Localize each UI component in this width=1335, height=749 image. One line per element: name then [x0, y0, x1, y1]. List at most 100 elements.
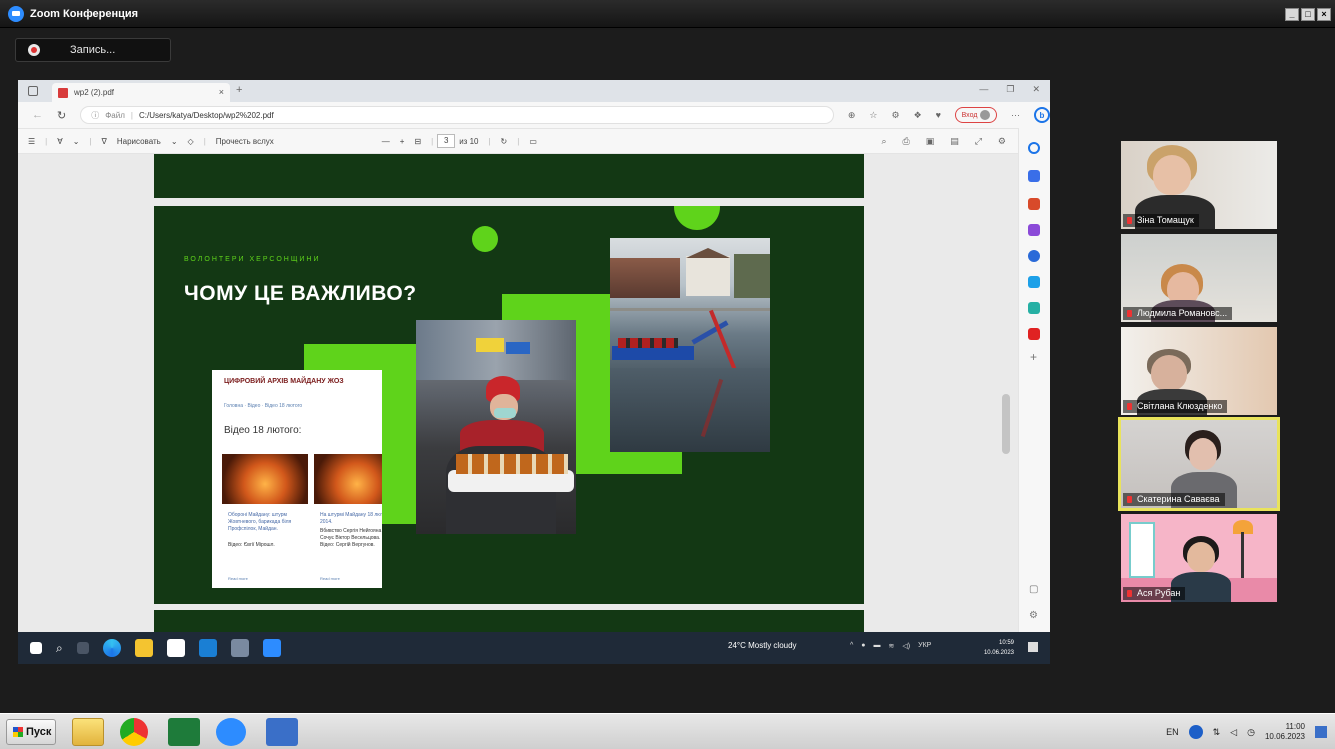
profile-button[interactable]: Вход [955, 107, 997, 123]
page-number-input[interactable]: 3 [437, 134, 456, 148]
page-view-icon[interactable]: ▭ [529, 137, 537, 146]
notifications-icon [1028, 642, 1038, 652]
browser-address-bar: ← ↻ ⓘ Файл | C:/Users/katya/Desktop/wp2%… [18, 102, 1050, 128]
weather-widget: 24°C Mostly cloudy [728, 641, 797, 650]
file-explorer-icon [134, 639, 153, 657]
read-aloud-button[interactable]: Прочесть вслух [216, 137, 274, 146]
start-button[interactable]: Пуск [6, 719, 56, 745]
briefcase-icon[interactable] [1028, 198, 1040, 210]
participant-name: Світлана Клюзденко [1123, 400, 1228, 413]
start-label: Пуск [26, 726, 52, 738]
zoom-in-icon[interactable]: + [400, 137, 405, 146]
profile-label: Вход [961, 111, 978, 119]
clock[interactable]: 11:00 10.06.2023 [1265, 722, 1305, 742]
folder-icon[interactable] [72, 718, 104, 746]
zoom-out-icon[interactable]: — [382, 137, 390, 146]
participant-name: Зіна Томащук [1123, 214, 1199, 227]
search-icon[interactable]: ⌕ [881, 136, 886, 147]
minimize-button[interactable]: _ [1285, 8, 1299, 21]
zoom-in-icon[interactable]: ⊕ [848, 110, 856, 121]
search-icon[interactable] [1028, 142, 1040, 154]
participant-name: Скатерина Саваєва [1123, 493, 1225, 506]
photo-tea-vendor [416, 320, 576, 534]
browser-restore-icon[interactable]: ❐ [1006, 84, 1014, 95]
browser-minimize-icon[interactable]: — [979, 84, 988, 95]
clock-time: 11:00 [1285, 722, 1305, 731]
clock-time: 10:59 [998, 640, 1014, 646]
close-button[interactable]: × [1317, 8, 1331, 21]
eraser-icon[interactable]: ◇ [188, 137, 194, 146]
excel-icon[interactable] [168, 718, 200, 746]
show-desktop-icon[interactable] [1315, 726, 1327, 738]
browser-close-icon[interactable]: ✕ [1032, 84, 1040, 95]
sidebar-layout-icon[interactable]: ▢ [1029, 584, 1038, 595]
participant-tile[interactable]: Зіна Томащук [1121, 141, 1277, 229]
address-bar-icons: ⊕ ☆ ⚙ ❖ ♥ Вход ··· b [848, 107, 1050, 123]
office-icon[interactable] [1028, 250, 1040, 262]
input-language[interactable]: EN [1166, 727, 1179, 737]
new-tab-button[interactable]: + [236, 84, 242, 96]
read-more-link: Read more [228, 576, 248, 581]
shared-windows-taskbar: ⌕ 24°C Mostly cloudy ^ ● ▬ ≋ ◁) УКР 10:5… [18, 632, 1050, 664]
green-circle-decor [472, 226, 498, 252]
participant-tile[interactable]: Світлана Клюзденко [1121, 327, 1277, 415]
settings-gear-icon[interactable]: ⚙ [998, 136, 1006, 147]
word-icon[interactable] [266, 718, 298, 746]
add-icon[interactable]: + [1030, 350, 1037, 364]
tab-close-icon[interactable]: × [219, 87, 224, 97]
page-total: из 10 [459, 136, 479, 146]
windows-start-icon [30, 642, 42, 654]
browser-essentials-icon[interactable]: ♥ [936, 110, 941, 120]
url-input[interactable]: ⓘ Файл | C:/Users/katya/Desktop/wp2%202.… [80, 106, 834, 124]
outlook-icon[interactable] [1028, 276, 1040, 288]
print-icon[interactable]: ⎙ [902, 136, 909, 147]
save-as-icon[interactable]: ▤ [950, 136, 959, 147]
photo-boat-water [610, 238, 770, 452]
people-icon[interactable] [1028, 224, 1040, 236]
fit-page-icon[interactable]: ⊟ [414, 137, 421, 146]
favorite-star-icon[interactable]: ☆ [869, 110, 877, 121]
vertical-scrollbar[interactable] [1002, 394, 1010, 454]
search-icon: ⌕ [56, 640, 63, 655]
back-arrow-icon[interactable]: ← [32, 109, 43, 121]
participant-name: Людмила Романовс... [1123, 307, 1233, 320]
recording-indicator[interactable]: Запись... [15, 38, 171, 62]
help-icon[interactable] [1188, 725, 1203, 739]
browser-tab-pdf[interactable]: wp2 (2).pdf × [52, 83, 230, 102]
volume-icon[interactable]: ◁ [1230, 727, 1237, 738]
slide-title: ЧОМУ ЦЕ ВАЖЛИВО? [184, 282, 417, 305]
pdf-viewport[interactable]: ВОЛОНТЕРИ ХЕРСОНЩИНИ ЧОМУ ЦЕ ВАЖЛИВО? ЦИ… [18, 154, 1018, 632]
pdf-toolbar-right: ⌕ ⎙ ▣ ▤ ⤢ ⚙ [881, 136, 1006, 147]
maximize-button[interactable]: □ [1301, 8, 1315, 21]
contents-icon[interactable]: ☰ [28, 137, 35, 146]
volume-icon: ◁) [902, 643, 911, 650]
zoom-app-icon[interactable] [216, 718, 246, 746]
participant-tile-active-speaker[interactable]: Скатерина Саваєва [1118, 417, 1280, 511]
extensions-icon[interactable]: ⚙ [892, 110, 900, 121]
chevron-down-icon[interactable]: ⌄ [73, 137, 80, 146]
draw-icon[interactable]: ∇ [102, 137, 107, 146]
fire-photo [314, 454, 382, 504]
url-prefix: Файл [105, 110, 125, 120]
network-icon[interactable]: ⇅ [1213, 727, 1221, 738]
highlight-icon[interactable]: ∀ [57, 137, 62, 146]
bing-copilot-icon[interactable]: b [1034, 107, 1050, 123]
tab-actions-icon[interactable] [28, 86, 38, 96]
participant-tile[interactable]: Людмила Романовс... [1121, 234, 1277, 322]
zoom-logo-icon [8, 5, 24, 22]
chrome-icon[interactable] [120, 718, 148, 746]
clock-icon[interactable]: ◷ [1247, 727, 1255, 738]
tag-icon[interactable] [1028, 170, 1040, 182]
fullscreen-icon[interactable]: ⤢ [975, 136, 982, 147]
rotate-icon[interactable]: ↻ [501, 137, 508, 146]
youtube-icon[interactable] [1028, 328, 1040, 340]
reload-icon[interactable]: ↻ [57, 109, 66, 122]
chevron-down-icon[interactable]: ⌄ [171, 137, 178, 146]
participant-tile[interactable]: Ася Рубан [1121, 514, 1277, 602]
settings-gear-icon[interactable]: ⚙ [1029, 610, 1038, 621]
draw-button[interactable]: Нарисовать [117, 137, 161, 146]
collections-icon[interactable]: ❖ [914, 110, 922, 121]
drop-icon[interactable] [1028, 302, 1040, 314]
save-icon[interactable]: ▣ [926, 136, 935, 147]
more-menu-icon[interactable]: ··· [1011, 110, 1020, 120]
